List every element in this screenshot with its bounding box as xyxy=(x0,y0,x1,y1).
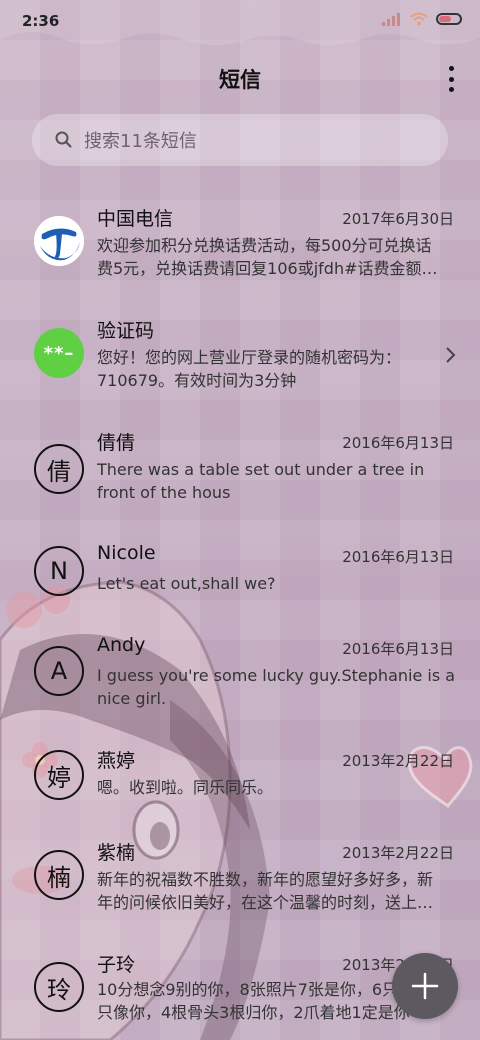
status-icons xyxy=(382,12,462,26)
avatar-text: **– xyxy=(43,342,75,364)
message-preview: I guess you're some lucky guy.Stephanie … xyxy=(97,666,456,708)
contact-avatar: A xyxy=(34,646,84,696)
conversation-item[interactable]: 倩 倩倩 2016年6月13日 There was a table set ou… xyxy=(0,414,480,522)
message-date: 2017年6月30日 xyxy=(342,210,454,228)
search-placeholder: 搜索11条短信 xyxy=(84,131,197,152)
message-preview: 新年的祝福数不胜数，新年的愿望好多好多，新 年的问候依旧美好，在这个温馨的时刻，… xyxy=(97,870,434,912)
china-telecom-logo xyxy=(34,216,84,266)
message-preview: 嗯。收到啦。同乐同乐。 xyxy=(97,778,274,797)
verification-code-avatar: **– xyxy=(34,328,84,378)
contact-name: 中国电信 xyxy=(97,208,174,230)
contact-name: 验证码 xyxy=(97,320,155,342)
message-date: 2013年2月22日 xyxy=(342,844,454,862)
status-bar: 2:36 xyxy=(0,0,480,44)
contact-avatar: 楠 xyxy=(34,850,84,900)
avatar-text: N xyxy=(50,557,68,585)
battery-icon xyxy=(436,13,462,25)
contact-name: Nicole xyxy=(97,542,156,564)
contact-name: Andy xyxy=(97,634,146,656)
plus-icon xyxy=(411,972,439,1000)
signal-icon xyxy=(382,12,402,26)
message-date: 2016年6月13日 xyxy=(342,548,454,566)
conversation-item[interactable]: 婷 燕婷 2013年2月22日 嗯。收到啦。同乐同乐。 xyxy=(0,732,480,824)
contact-name: 燕婷 xyxy=(97,750,136,772)
contact-name: 倩倩 xyxy=(97,432,136,454)
status-time: 2:36 xyxy=(22,12,60,30)
contact-name: 子玲 xyxy=(97,954,136,976)
contact-avatar: 倩 xyxy=(34,444,84,494)
contact-avatar: N xyxy=(34,546,84,596)
message-date: 2016年6月13日 xyxy=(342,640,454,658)
message-preview: There was a table set out under a tree i… xyxy=(97,460,425,502)
page-title: 短信 xyxy=(219,68,261,92)
message-date: 2016年6月13日 xyxy=(342,434,454,452)
conversation-item[interactable]: 中国电信 2017年6月30日 欢迎参加积分兑换话费活动，每500分可兑换话 费… xyxy=(0,192,480,300)
new-message-button[interactable] xyxy=(392,953,458,1019)
search-input[interactable]: 搜索11条短信 xyxy=(32,114,448,166)
message-date: 2013年2月22日 xyxy=(342,752,454,770)
avatar-text: A xyxy=(50,657,68,685)
avatar-text: 婷 xyxy=(47,763,71,792)
avatar-text: 楠 xyxy=(47,863,71,892)
message-preview: 您好！您的网上营业厅登录的随机密码为： 710679。有效时间为3分钟 xyxy=(97,348,402,390)
message-preview: 欢迎参加积分兑换话费活动，每500分可兑换话 费5元，兑换话费请回复106或jf… xyxy=(97,236,438,278)
more-vertical-icon[interactable] xyxy=(446,66,456,92)
contact-avatar: 婷 xyxy=(34,750,84,800)
search-icon xyxy=(55,131,72,148)
contact-name: 紫楠 xyxy=(97,842,136,864)
conversation-item[interactable]: 楠 紫楠 2013年2月22日 新年的祝福数不胜数，新年的愿望好多好多，新 年的… xyxy=(0,826,480,936)
message-preview: Let's eat out,shall we? xyxy=(97,574,276,593)
china-telecom-logo-avatar xyxy=(34,216,84,266)
contact-avatar: 玲 xyxy=(34,962,84,1012)
wifi-icon xyxy=(410,12,428,26)
conversation-item[interactable]: **– 验证码 您好！您的网上营业厅登录的随机密码为： 710679。有效时间为… xyxy=(0,302,480,410)
avatar-text: 倩 xyxy=(47,457,71,486)
chevron-right-icon[interactable] xyxy=(444,346,456,364)
title-bar: 短信 xyxy=(0,54,480,104)
conversation-item[interactable]: A Andy 2016年6月13日 I guess you're some lu… xyxy=(0,620,480,730)
avatar-text: 玲 xyxy=(47,975,71,1004)
conversation-item[interactable]: N Nicole 2016年6月13日 Let's eat out,shall … xyxy=(0,528,480,618)
